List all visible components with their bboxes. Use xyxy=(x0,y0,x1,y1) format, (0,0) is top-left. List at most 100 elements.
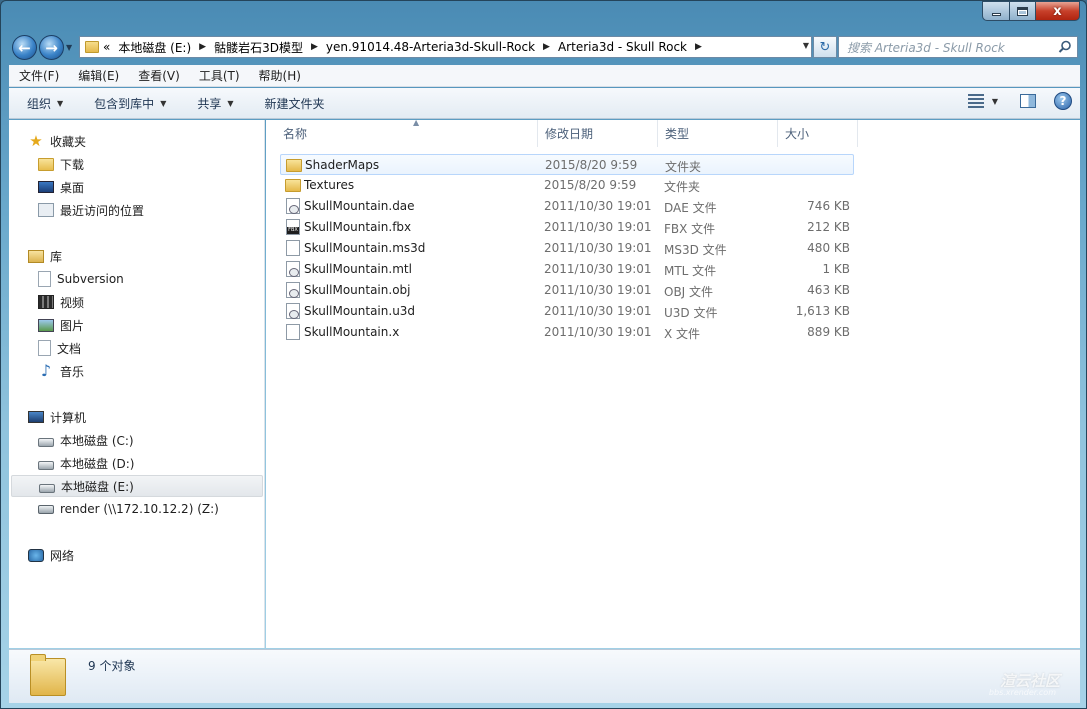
system-drive-icon xyxy=(38,437,54,447)
file-type: 文件夹 xyxy=(665,160,702,174)
menu-tools[interactable]: 工具(T) xyxy=(189,67,249,84)
view-options-dropdown[interactable]: ▼ xyxy=(992,97,998,106)
address-bar[interactable]: « 本地磁盘 (E:) ▶ 骷髅岩石3D模型 ▶ yen.91014.48-Arte… xyxy=(79,36,812,58)
document-icon xyxy=(38,340,51,356)
view-controls: ▼ ? xyxy=(967,92,1072,110)
column-header-type[interactable]: 类型 xyxy=(658,120,778,147)
breadcrumb-label: 本地磁盘 (E:) xyxy=(118,40,192,55)
nav-subversion[interactable]: Subversion xyxy=(9,268,265,290)
file-row[interactable]: SkullMountain.x 2011/10/30 19:01 X 文件 88… xyxy=(280,322,854,343)
address-history-dropdown[interactable]: ▼ xyxy=(803,41,809,50)
file-list: ▲ 名称 修改日期 类型 大小 ShaderMaps 2015/8/20 9:5… xyxy=(266,118,1080,648)
help-icon[interactable]: ? xyxy=(1054,92,1072,110)
file-date: 2011/10/30 19:01 xyxy=(544,283,652,297)
breadcrumb[interactable]: 骷髅岩石3D模型 ▶ xyxy=(210,39,322,56)
breadcrumb[interactable]: Arteria3d - Skull Rock ▶ xyxy=(554,40,706,54)
back-button[interactable]: ← xyxy=(12,35,37,60)
desktop-icon xyxy=(38,181,54,193)
forward-button[interactable]: → xyxy=(39,35,64,60)
close-icon: x xyxy=(1053,3,1062,19)
menu-file[interactable]: 文件(F) xyxy=(9,67,68,84)
preview-pane-icon[interactable] xyxy=(1020,94,1036,108)
file-size: 212 KB xyxy=(807,220,850,234)
nav-network-drive-z[interactable]: render (\\172.10.12.2) (Z:) xyxy=(9,498,265,520)
file-row[interactable]: SkullMountain.mtl 2011/10/30 19:01 MTL 文… xyxy=(280,259,854,280)
nav-label: 下载 xyxy=(60,157,85,172)
file-row[interactable]: SkullMountain.u3d 2011/10/30 19:01 U3D 文… xyxy=(280,301,854,322)
nav-label: 本地磁盘 (C:) xyxy=(60,433,134,448)
video-icon xyxy=(38,295,54,309)
folder-icon xyxy=(286,159,302,172)
file-type: X 文件 xyxy=(664,327,701,341)
chevron-right-icon[interactable]: ▶ xyxy=(199,42,206,52)
maximize-button[interactable] xyxy=(1009,1,1035,21)
chevron-right-icon[interactable]: ▶ xyxy=(695,42,702,52)
organize-button[interactable]: 组织 ▼ xyxy=(9,95,76,112)
file-row[interactable]: SkullMountain.dae 2011/10/30 19:01 DAE 文… xyxy=(280,196,854,217)
nav-label: 收藏夹 xyxy=(50,134,87,149)
network-icon xyxy=(28,548,44,562)
refresh-button[interactable]: ↻ xyxy=(813,36,837,58)
file-row[interactable]: SkullMountain.obj 2011/10/30 19:01 OBJ 文… xyxy=(280,280,854,301)
nav-pictures[interactable]: 图片 xyxy=(9,314,265,336)
breadcrumb[interactable]: 本地磁盘 (E:) ▶ xyxy=(114,39,210,56)
menu-bar: 文件(F) 编辑(E) 查看(V) 工具(T) 帮助(H) xyxy=(9,65,1080,87)
breadcrumb[interactable]: yen.91014.48-Arteria3d-Skull-Rock ▶ xyxy=(322,40,554,54)
file-row[interactable]: FBX SkullMountain.fbx 2011/10/30 19:01 F… xyxy=(280,217,854,238)
new-folder-button[interactable]: 新建文件夹 xyxy=(247,95,338,112)
nav-music[interactable]: ♪ 音乐 xyxy=(9,360,265,382)
nav-computer[interactable]: 计算机 xyxy=(9,406,265,428)
breadcrumb-overflow[interactable]: « xyxy=(99,40,114,54)
menu-help[interactable]: 帮助(H) xyxy=(249,67,310,84)
nav-label: 图片 xyxy=(60,318,85,333)
column-header-date[interactable]: 修改日期 xyxy=(538,120,658,147)
file-name: SkullMountain.dae xyxy=(304,199,415,213)
search-icon[interactable] xyxy=(1058,40,1072,54)
nav-libraries[interactable]: 库 xyxy=(9,245,265,267)
nav-videos[interactable]: 视频 xyxy=(9,291,265,313)
file-date: 2011/10/30 19:01 xyxy=(544,241,652,255)
menu-edit[interactable]: 编辑(E) xyxy=(68,67,128,84)
minimize-icon xyxy=(991,13,1001,16)
nav-documents[interactable]: 文档 xyxy=(9,337,265,359)
chevron-right-icon[interactable]: ▶ xyxy=(311,42,318,52)
nav-desktop[interactable]: 桌面 xyxy=(9,176,265,198)
nav-recent-places[interactable]: 最近访问的位置 xyxy=(9,199,265,221)
file-row[interactable]: SkullMountain.ms3d 2011/10/30 19:01 MS3D… xyxy=(280,238,854,259)
sort-ascending-icon: ▲ xyxy=(413,118,420,127)
maximize-icon xyxy=(1017,6,1028,16)
close-button[interactable]: x xyxy=(1035,1,1080,21)
music-note-icon: ♪ xyxy=(40,361,52,380)
recent-pages-dropdown[interactable]: ▼ xyxy=(66,43,72,52)
nav-favorites[interactable]: ★ 收藏夹 xyxy=(9,130,265,152)
nav-drive-e[interactable]: 本地磁盘 (E:) xyxy=(11,475,263,497)
image-file-icon xyxy=(286,282,300,298)
file-date: 2011/10/30 19:01 xyxy=(544,220,652,234)
minimize-button[interactable] xyxy=(982,1,1009,21)
file-name: SkullMountain.u3d xyxy=(304,304,416,318)
chevron-right-icon[interactable]: ▶ xyxy=(543,42,550,52)
column-header-name[interactable]: ▲ 名称 xyxy=(276,118,538,147)
include-in-library-button[interactable]: 包含到库中 ▼ xyxy=(76,95,179,112)
nav-drive-c[interactable]: 本地磁盘 (C:) xyxy=(9,429,265,451)
file-date: 2011/10/30 19:01 xyxy=(544,325,652,339)
file-type: U3D 文件 xyxy=(664,306,718,320)
nav-network[interactable]: 网络 xyxy=(9,544,265,566)
nav-downloads[interactable]: 下载 xyxy=(9,153,265,175)
file-type: MTL 文件 xyxy=(664,264,717,278)
nav-drive-d[interactable]: 本地磁盘 (D:) xyxy=(9,452,265,474)
nav-label: 音乐 xyxy=(60,364,85,379)
menu-view[interactable]: 查看(V) xyxy=(128,67,189,84)
breadcrumb-label: Arteria3d - Skull Rock xyxy=(557,40,688,54)
column-header-size[interactable]: 大小 xyxy=(778,120,858,147)
drive-icon xyxy=(38,460,54,470)
share-button[interactable]: 共享 ▼ xyxy=(179,95,246,112)
search-input[interactable]: 搜索 Arteria3d - Skull Rock xyxy=(838,36,1078,58)
file-date: 2015/8/20 9:59 xyxy=(544,178,637,192)
file-row[interactable]: Textures 2015/8/20 9:59 文件夹 xyxy=(280,175,854,196)
image-file-icon xyxy=(286,198,300,214)
folder-icon xyxy=(30,654,66,696)
change-view-icon[interactable] xyxy=(967,94,984,108)
drive-icon xyxy=(39,483,55,493)
file-row[interactable]: ShaderMaps 2015/8/20 9:59 文件夹 xyxy=(280,154,854,175)
